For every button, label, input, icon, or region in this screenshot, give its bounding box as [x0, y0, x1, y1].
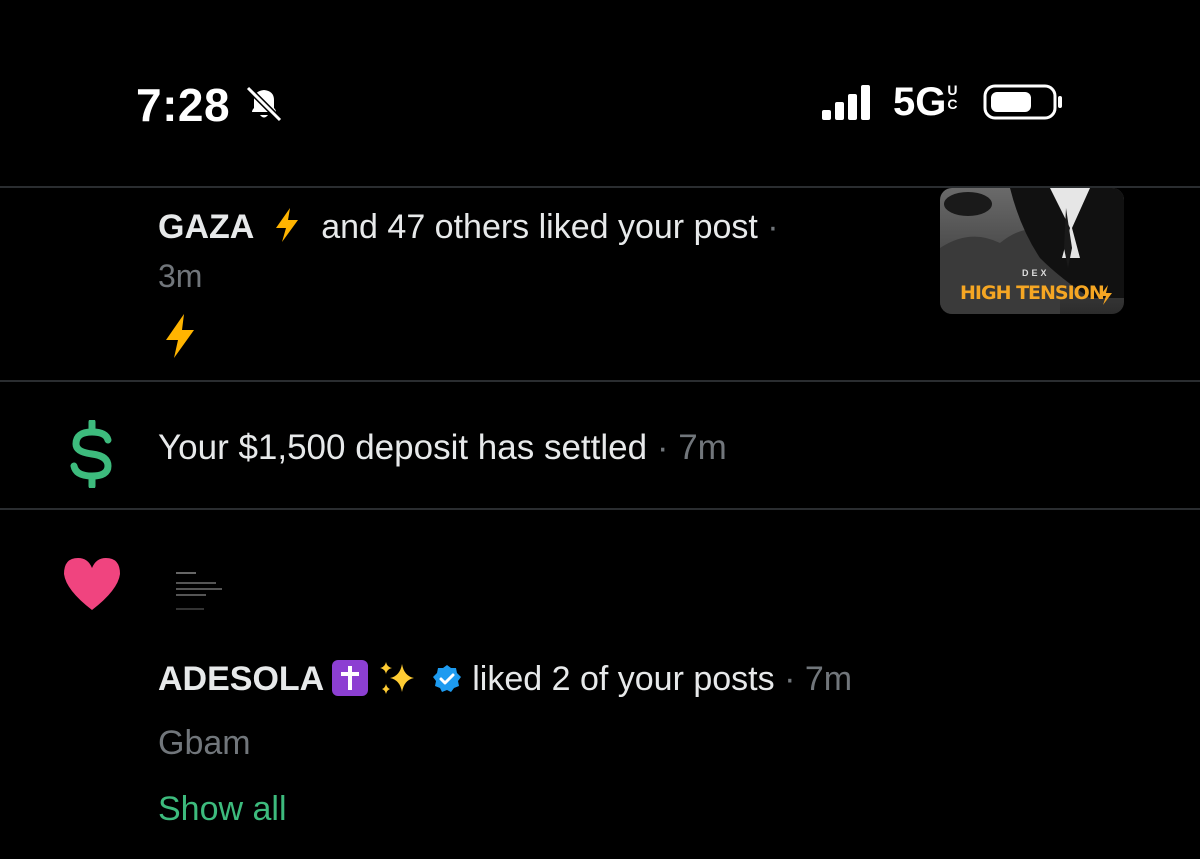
show-all-link[interactable]: Show all — [158, 790, 287, 829]
divider — [0, 380, 1200, 382]
notification-time: 7m — [804, 660, 853, 698]
notification-text: Your $1,500 deposit has settled — [158, 428, 648, 467]
notification-line: Your $1,500 deposit has settled · 7m — [158, 428, 727, 468]
notification-time: 7m — [678, 428, 727, 467]
post-preview-thumbnail[interactable] — [172, 568, 232, 618]
lightning-icon — [275, 208, 298, 242]
battery-icon — [983, 84, 1062, 120]
bell-muted-icon — [245, 85, 283, 123]
notification-text: and 47 others liked your post — [321, 208, 758, 246]
post-thumbnail[interactable]: DEX HIGH TENSION — [940, 188, 1124, 314]
separator-dot: · — [767, 208, 779, 246]
separator-dot: · — [784, 660, 796, 698]
post-preview-text: Gbam — [158, 724, 251, 762]
signal-strength-icon — [822, 85, 870, 120]
notification-line: GAZA and 47 others liked your post · — [158, 206, 779, 247]
dollar-sign-icon — [70, 420, 112, 488]
thumbnail-brand: DEX — [1022, 268, 1050, 278]
status-bar: 7:28 5GUC — [0, 0, 1200, 186]
user-name[interactable]: ADESOLA — [158, 660, 324, 698]
verified-badge-icon — [433, 665, 462, 692]
notification-text: liked 2 of your posts — [472, 660, 775, 698]
network-badge: UC — [947, 82, 958, 112]
latin-cross-emoji-icon — [332, 660, 369, 696]
network-type: 5GUC — [893, 80, 957, 125]
network-label: 5G — [893, 80, 947, 124]
divider — [0, 508, 1200, 510]
heart-icon — [64, 558, 120, 610]
notification-time: 3m — [158, 258, 203, 294]
sparkles-icon — [380, 662, 415, 694]
lightning-icon — [166, 314, 194, 358]
status-time: 7:28 — [136, 79, 231, 131]
notification-line: ADESOLA liked 2 of your posts · 7m — [158, 660, 852, 699]
separator-dot: · — [656, 428, 669, 467]
thumbnail-title: HIGH TENSION — [960, 282, 1105, 304]
lightning-icon — [1100, 285, 1112, 305]
user-name[interactable]: GAZA — [158, 208, 254, 246]
